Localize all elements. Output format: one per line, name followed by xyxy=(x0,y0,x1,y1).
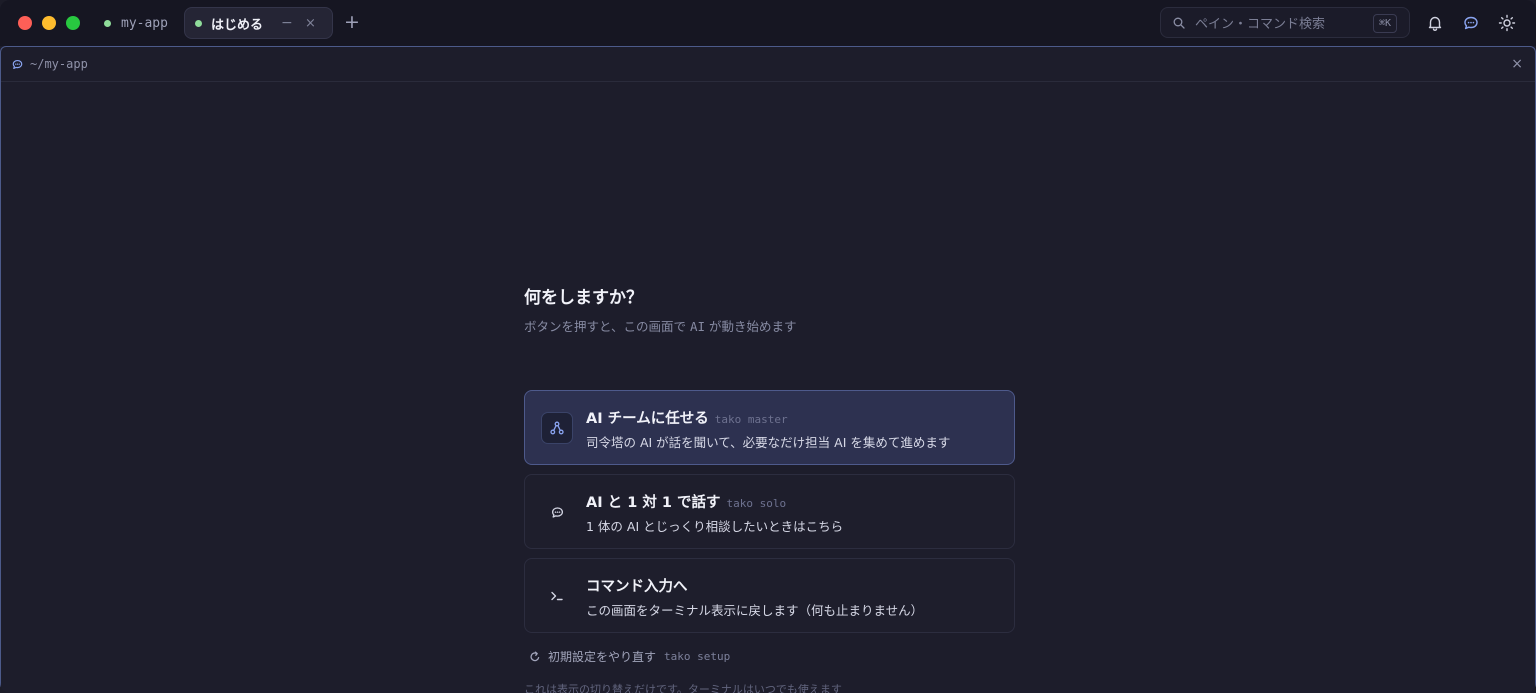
status-dot-icon xyxy=(104,19,111,27)
chat-icon[interactable] xyxy=(1461,13,1481,33)
search-icon xyxy=(1173,17,1185,29)
title-bar: my-app はじめる − × + ペイン・コマンド検索 ⌘K xyxy=(0,0,1536,46)
pane-header: ~/my-app × xyxy=(1,47,1535,82)
tab-label: はじめる xyxy=(211,17,264,33)
start-panel: 何をしますか？ ボタンを押すと、この画面で AI が動き始めます AI チームに… xyxy=(524,283,1015,693)
card-command: tako solo xyxy=(726,497,787,510)
card-title-text: AI と 1 対 1 で話す xyxy=(586,495,721,511)
tab-label: my-app xyxy=(121,15,168,31)
pane-close-button[interactable]: × xyxy=(1511,56,1523,72)
subtitle-text: ボタンを押すと、この画面で xyxy=(524,319,687,334)
card-description: 司令塔の AI が話を聞いて、必要なだけ担当 AI を集めて進めます xyxy=(586,435,951,450)
refresh-icon xyxy=(530,651,540,661)
subtitle-text-end: が動き始めます xyxy=(709,319,797,334)
card-icon-box xyxy=(541,496,573,528)
tab-minimize-button[interactable]: − xyxy=(281,8,293,38)
page-title: 何をしますか？ xyxy=(524,288,643,308)
card-description: この画面をターミナル表示に戻します（何も止まりません） xyxy=(586,603,924,618)
footer-note: これは表示の切り替えだけです。ターミナルはいつでも使えます xyxy=(524,683,842,693)
option-command-input-button[interactable]: コマンド入力へ この画面をターミナル表示に戻します（何も止まりません） xyxy=(524,558,1015,633)
option-ai-solo-button[interactable]: AI と 1 対 1 で話す tako solo 1 体の AI とじっくり相談し… xyxy=(524,474,1015,549)
chat-icon xyxy=(551,506,563,518)
option-ai-team-button[interactable]: AI チームに任せる tako master 司令塔の AI が話を聞いて、必要な… xyxy=(524,390,1015,465)
card-title-text: AI チームに任せる xyxy=(586,411,709,427)
pane-path: ~/my-app xyxy=(30,57,88,71)
reset-setup-link[interactable]: 初期設定をやり直す tako setup xyxy=(529,648,730,665)
reset-label: 初期設定をやり直す xyxy=(548,650,657,664)
card-title-text: コマンド入力へ xyxy=(586,579,688,595)
team-icon xyxy=(550,421,564,435)
card-description: 1 体の AI とじっくり相談したいときはこちら xyxy=(586,519,844,534)
close-window-button[interactable] xyxy=(18,16,32,30)
tab-getting-started[interactable]: はじめる − × xyxy=(184,7,333,39)
reset-command: tako setup xyxy=(664,650,731,663)
card-icon-box xyxy=(541,580,573,612)
main-pane: ~/my-app × 何をしますか？ ボタンを押すと、この画面で AI が動き始… xyxy=(0,46,1536,693)
tab-my-app[interactable]: my-app xyxy=(100,7,172,39)
minimize-window-button[interactable] xyxy=(42,16,56,30)
card-title: AI チームに任せる tako master xyxy=(586,407,788,428)
new-tab-button[interactable]: + xyxy=(343,10,361,34)
sun-icon[interactable] xyxy=(1497,13,1517,33)
search-placeholder: ペイン・コマンド検索 xyxy=(1195,17,1326,32)
status-dot-icon xyxy=(195,19,202,27)
card-command: tako master xyxy=(714,413,788,426)
terminal-icon xyxy=(551,591,563,601)
card-title: AI と 1 対 1 で話す tako solo xyxy=(586,491,786,512)
tab-close-button[interactable]: × xyxy=(305,8,316,38)
page-subtitle: ボタンを押すと、この画面で AI が動き始めます xyxy=(524,316,1015,335)
shortcut-badge: ⌘K xyxy=(1372,14,1397,33)
app-window: my-app はじめる − × + ペイン・コマンド検索 ⌘K ~/my-app… xyxy=(0,0,1536,693)
chat-icon xyxy=(12,59,23,69)
card-title: コマンド入力へ xyxy=(586,575,688,596)
command-search[interactable]: ペイン・コマンド検索 ⌘K xyxy=(1160,7,1410,38)
subtitle-ai: AI xyxy=(690,319,706,334)
maximize-window-button[interactable] xyxy=(66,16,80,30)
bell-icon[interactable] xyxy=(1425,13,1445,33)
card-icon-box xyxy=(541,412,573,444)
